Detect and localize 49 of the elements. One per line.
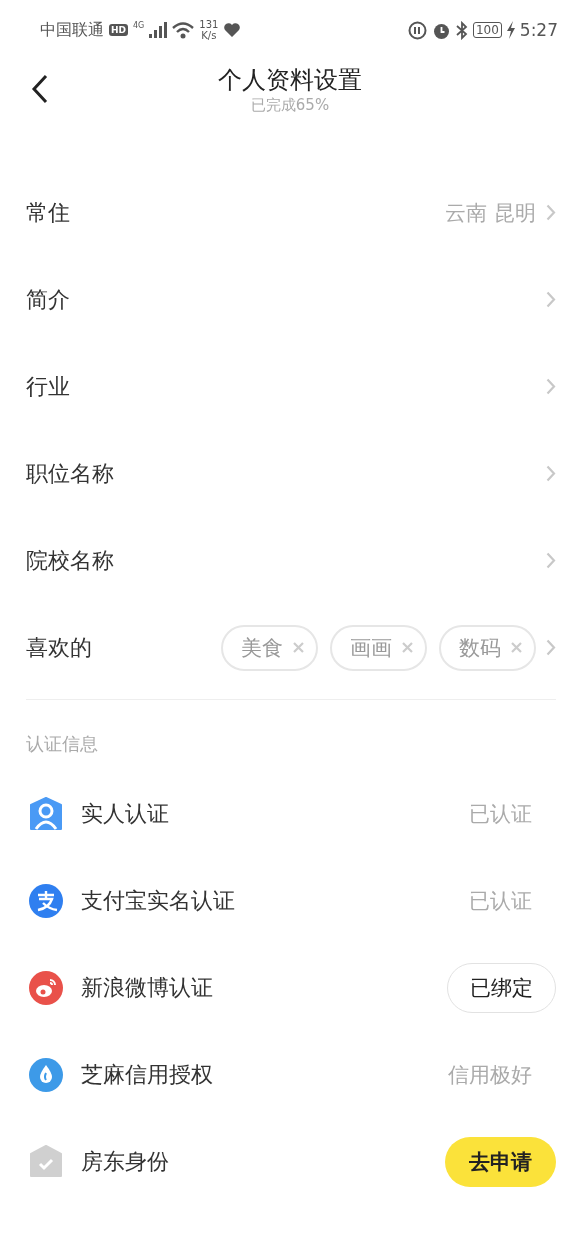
verification-status: 已认证 (469, 800, 532, 828)
verification-label: 实人认证 (81, 799, 169, 828)
row-label: 常住 (26, 198, 70, 227)
signal-icon (149, 22, 168, 38)
payment-icon (29, 883, 63, 918)
remove-icon[interactable] (293, 642, 304, 653)
row-label: 院校名称 (26, 546, 114, 575)
page-title: 个人资料设置 (218, 65, 362, 95)
verification-label: 支付宝实名认证 (81, 886, 235, 915)
interest-tag[interactable]: 画画 (330, 624, 427, 671)
completion-text: 已完成65% (250, 95, 330, 115)
row-label: 职位名称 (26, 459, 114, 488)
chevron-icon (546, 639, 556, 656)
chevron-icon (546, 552, 556, 569)
verification-status: 信用极好 (448, 1061, 532, 1089)
row-label: 行业 (26, 372, 70, 401)
battery-indicator: 100 (472, 22, 502, 38)
apply-button[interactable]: 去申请 (445, 1136, 556, 1187)
interest-tag[interactable]: 美食 (221, 624, 318, 671)
chevron-icon (546, 204, 556, 221)
heart-icon (223, 22, 242, 38)
clock-time: 5:27 (519, 20, 558, 40)
row-value: 云南 昆明 (445, 199, 536, 227)
remove-icon[interactable] (511, 642, 522, 653)
verification-label: 新浪微博认证 (81, 973, 213, 1002)
row-label: 简介 (26, 285, 70, 314)
row-label: 喜欢的 (26, 633, 92, 662)
verification-label: 芝麻信用授权 (81, 1060, 213, 1089)
carrier-name: 中国联通 (40, 19, 104, 41)
house-check-icon (29, 1144, 63, 1179)
bluetooth-icon (455, 20, 468, 40)
network-type: 4G (133, 20, 145, 30)
weibo-icon (29, 970, 63, 1005)
remove-icon[interactable] (402, 642, 413, 653)
person-icon (29, 796, 63, 831)
charging-icon (506, 21, 515, 39)
network-speed: 131 K/s (199, 19, 219, 41)
verification-status: 已认证 (469, 887, 532, 915)
section-title: 认证信息 (25, 732, 99, 756)
hd-badge: HD (109, 24, 128, 36)
drop-icon (29, 1057, 63, 1092)
chevron-icon (546, 465, 556, 482)
wifi-icon (172, 21, 195, 39)
bound-button[interactable]: 已绑定 (447, 962, 556, 1013)
chevron-icon (546, 291, 556, 308)
verification-label: 房东身份 (81, 1147, 169, 1176)
chevron-icon (546, 378, 556, 395)
back-button[interactable] (30, 74, 50, 106)
interest-tag[interactable]: 数码 (439, 624, 536, 671)
